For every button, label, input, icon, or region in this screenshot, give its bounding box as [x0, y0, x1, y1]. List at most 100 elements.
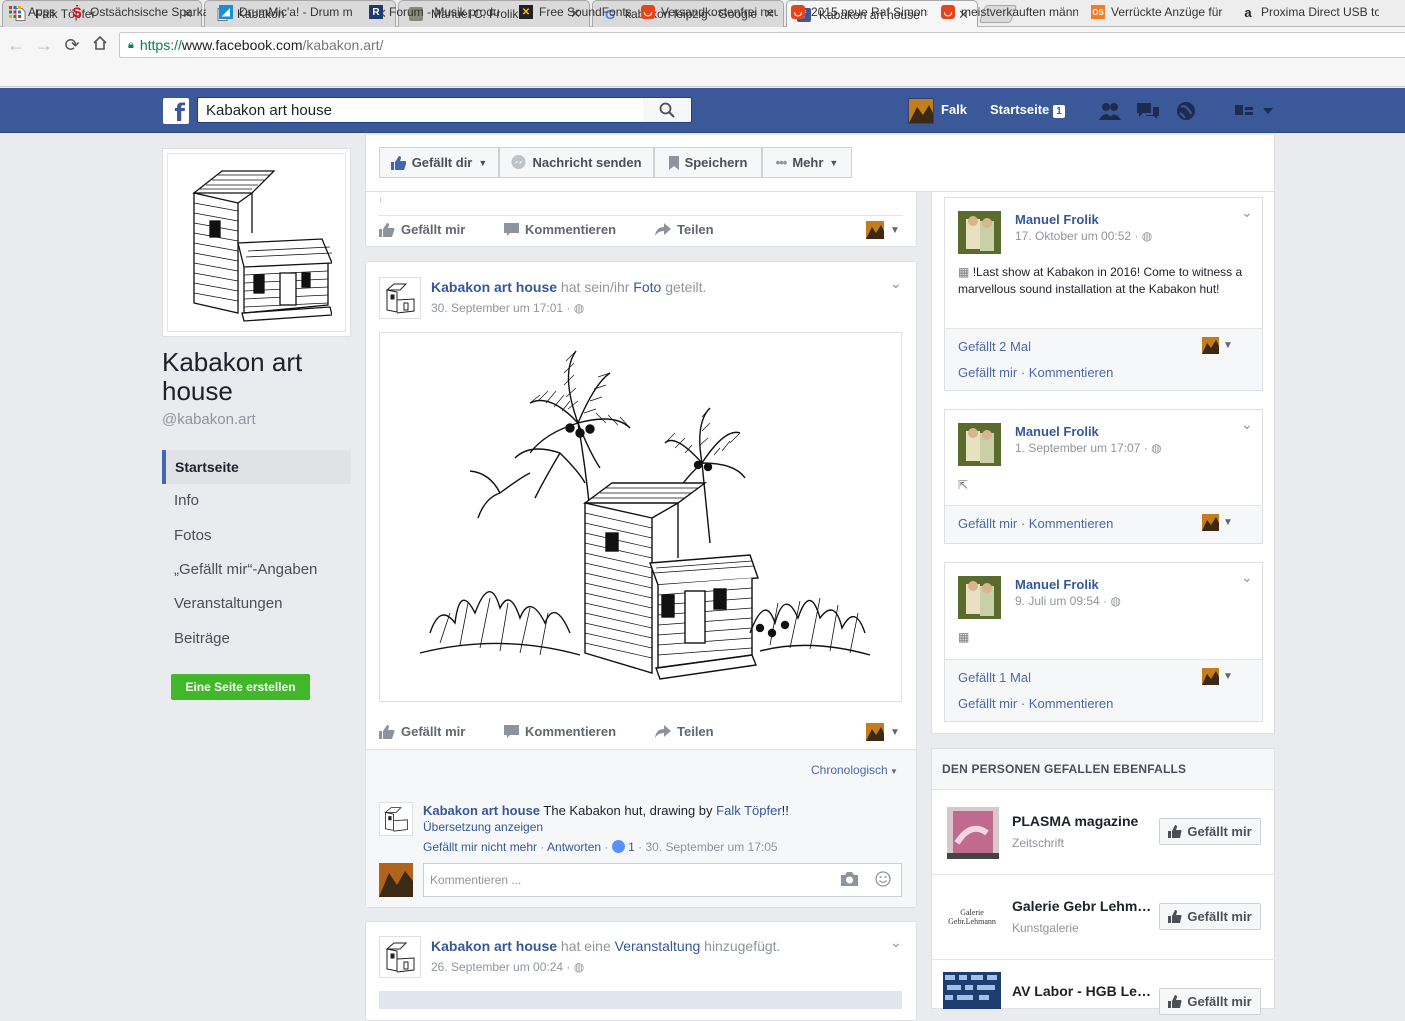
post-object-link[interactable]: Veranstaltung — [615, 938, 701, 954]
reply-link[interactable]: Antworten — [547, 840, 601, 854]
comment-link[interactable]: Kommentieren — [1029, 516, 1114, 531]
like-count-link[interactable]: Gefällt 2 Mal — [958, 339, 1031, 354]
suggestion-thumb-av-labor[interactable] — [943, 972, 1001, 1009]
post-options-chevron-icon[interactable]: ⌄ — [1241, 204, 1253, 221]
post-as-selector[interactable]: ▼ — [1202, 514, 1233, 531]
send-message-button[interactable]: Nachricht senden — [499, 147, 654, 178]
notifications-globe-icon[interactable] — [1175, 101, 1197, 121]
like-link[interactable]: Gefällt mir — [958, 365, 1017, 380]
post-author-avatar[interactable] — [379, 936, 421, 978]
reload-icon[interactable]: ⟳ — [62, 35, 82, 55]
forward-arrow-icon[interactable]: → — [34, 35, 54, 55]
create-page-button[interactable]: Eine Seite erstellen — [171, 674, 310, 700]
share-button[interactable]: Teilen — [655, 724, 714, 739]
comment-mention-link[interactable]: Falk Töpfer — [716, 803, 782, 818]
comment-link[interactable]: Kommentieren — [1029, 365, 1114, 380]
poster-name-link[interactable]: Manuel Frolik — [1015, 424, 1099, 439]
page-profile-picture[interactable] — [162, 148, 351, 337]
share-button[interactable]: Teilen — [655, 222, 714, 237]
like-count-link[interactable]: Gefällt 1 Mal — [958, 670, 1031, 685]
nav-fotos[interactable]: Fotos — [162, 519, 351, 553]
suggestion-like-button[interactable]: Gefällt mir — [1159, 988, 1261, 1015]
facebook-logo-icon[interactable]: f — [163, 98, 189, 127]
more-button[interactable]: ••• Mehr ▼ — [762, 147, 852, 178]
suggestion-like-button[interactable]: Gefällt mir — [1159, 818, 1261, 845]
facebook-search-input[interactable]: Kabakon art house — [197, 97, 643, 123]
user-avatar[interactable] — [908, 98, 934, 124]
post-options-chevron-icon[interactable]: ⌄ — [890, 934, 902, 951]
post-author-avatar[interactable] — [379, 277, 421, 319]
suggestion-thumb-plasma[interactable] — [943, 803, 1001, 861]
suggestion-thumb-galerie[interactable]: Galerie Gebr.Lehmann — [943, 888, 1001, 946]
nav-likes[interactable]: „Gefällt mir“-Angaben — [162, 553, 351, 587]
nav-startseite[interactable]: Startseite — [162, 450, 351, 484]
post-object-link[interactable]: Foto — [633, 279, 661, 295]
bookmark-proxima[interactable]: a Proxima Direct USB to — [1241, 3, 1379, 21]
bookmark-meistverkauften[interactable]: ◡ meistverkauften männ — [941, 3, 1078, 21]
friend-requests-icon[interactable] — [1099, 101, 1121, 121]
suggestion-name-link[interactable]: AV Labor - HGB Leipzig — [1012, 983, 1152, 999]
bookmark-raf-simons[interactable]: ◡ 2015 neue Raf Simons — [791, 3, 928, 21]
messages-icon[interactable] — [1137, 101, 1159, 121]
suggestion-name-link[interactable]: PLASMA magazine — [1012, 813, 1152, 829]
poster-avatar[interactable] — [958, 211, 1001, 254]
poster-name-link[interactable]: Manuel Frolik — [1015, 577, 1099, 592]
bookmark-versandkostenfrei[interactable]: ◡ Versandkostenfrei neu — [641, 3, 778, 21]
back-arrow-icon[interactable]: ← — [6, 35, 26, 55]
home-icon[interactable] — [90, 35, 110, 55]
post-as-selector[interactable]: ▼ — [866, 723, 900, 741]
address-bar[interactable]: 🔒︎ https:// www.facebook.com /kabakon.ar… — [119, 32, 1405, 58]
like-button[interactable]: Gefällt mir — [379, 724, 465, 739]
post-photo[interactable] — [379, 332, 902, 702]
bookmark-drummica[interactable]: ◢ DrumMic'a! - Drum m — [219, 3, 357, 21]
page-like-button[interactable]: Gefällt dir ▼ — [379, 147, 499, 178]
comment-link[interactable]: Kommentieren — [1029, 696, 1114, 711]
comment-author-avatar[interactable] — [379, 802, 413, 836]
comment-like-count[interactable]: 1 — [628, 840, 635, 854]
like-button[interactable]: Gefällt mir — [379, 222, 465, 237]
comment-button[interactable]: Kommentieren — [504, 724, 616, 739]
poster-time[interactable]: 17. Oktober um 00:52 · ◍ — [1015, 229, 1152, 243]
post-options-chevron-icon[interactable]: ⌄ — [1241, 569, 1253, 586]
account-menu-icon[interactable] — [1234, 101, 1274, 121]
like-link[interactable]: Gefällt mir — [958, 696, 1017, 711]
comment-sort-dropdown[interactable]: Chronologisch ▼ — [811, 763, 898, 777]
poster-time[interactable]: 1. September um 17:07 · ◍ — [1015, 441, 1162, 455]
post-timestamp[interactable]: 26. September um 00:24 · ◍ — [431, 960, 584, 974]
post-timestamp[interactable]: 30. September um 17:01 · ◍ — [431, 301, 584, 315]
poster-name-link[interactable]: Manuel Frolik — [1015, 212, 1099, 227]
save-button[interactable]: Speichern — [654, 147, 762, 178]
suggestion-name-link[interactable]: Galerie Gebr Lehmann — [1012, 898, 1152, 914]
user-name-link[interactable]: Falk — [941, 102, 967, 117]
nav-veranstaltungen[interactable]: Veranstaltungen — [162, 587, 351, 621]
post-as-selector[interactable]: ▼ — [1202, 337, 1233, 354]
comment-input[interactable]: Kommentieren ... — [423, 863, 902, 897]
like-link[interactable]: Gefällt mir — [958, 516, 1017, 531]
event-cover-image[interactable] — [379, 991, 902, 1009]
suggestion-like-button[interactable]: Gefällt mir — [1159, 903, 1261, 930]
nav-beitraege[interactable]: Beiträge — [162, 622, 351, 656]
home-link[interactable]: Startseite 1 — [990, 102, 1065, 118]
post-as-selector[interactable]: ▼ — [1202, 668, 1233, 685]
post-author-link[interactable]: Kabakon art house — [431, 279, 557, 295]
post-options-chevron-icon[interactable]: ⌄ — [890, 275, 902, 292]
poster-avatar[interactable] — [958, 576, 1001, 619]
bookmark-apps[interactable]: Apps — [8, 3, 64, 21]
bookmark-soundfonts[interactable]: ✕ Free SoundFonts — [519, 3, 631, 21]
comment-author-link[interactable]: Kabakon art house — [423, 803, 540, 818]
post-as-selector[interactable]: ▼ — [866, 221, 900, 239]
comment-button[interactable]: Kommentieren — [504, 222, 616, 237]
translate-link[interactable]: Übersetzung anzeigen — [423, 820, 543, 834]
bookmark-verrueckte-anzuege[interactable]: OS Verrückte Anzüge für — [1091, 3, 1228, 21]
post-author-link[interactable]: Kabakon art house — [431, 938, 557, 954]
nav-info[interactable]: Info — [162, 484, 351, 518]
post-options-chevron-icon[interactable]: ⌄ — [1241, 416, 1253, 433]
search-button[interactable] — [643, 97, 692, 123]
emoji-icon[interactable] — [875, 871, 891, 890]
poster-time[interactable]: 9. Juli um 09:54 · ◍ — [1015, 594, 1121, 608]
unlike-link[interactable]: Gefällt mir nicht mehr — [423, 840, 537, 854]
poster-avatar[interactable] — [958, 423, 1001, 466]
camera-icon[interactable] — [841, 872, 858, 889]
bookmark-forum[interactable]: R Forum - Musik produ — [369, 3, 506, 21]
bookmark-sparkasse[interactable]: Ṡ Ostsächsische Sparkas — [70, 3, 206, 21]
